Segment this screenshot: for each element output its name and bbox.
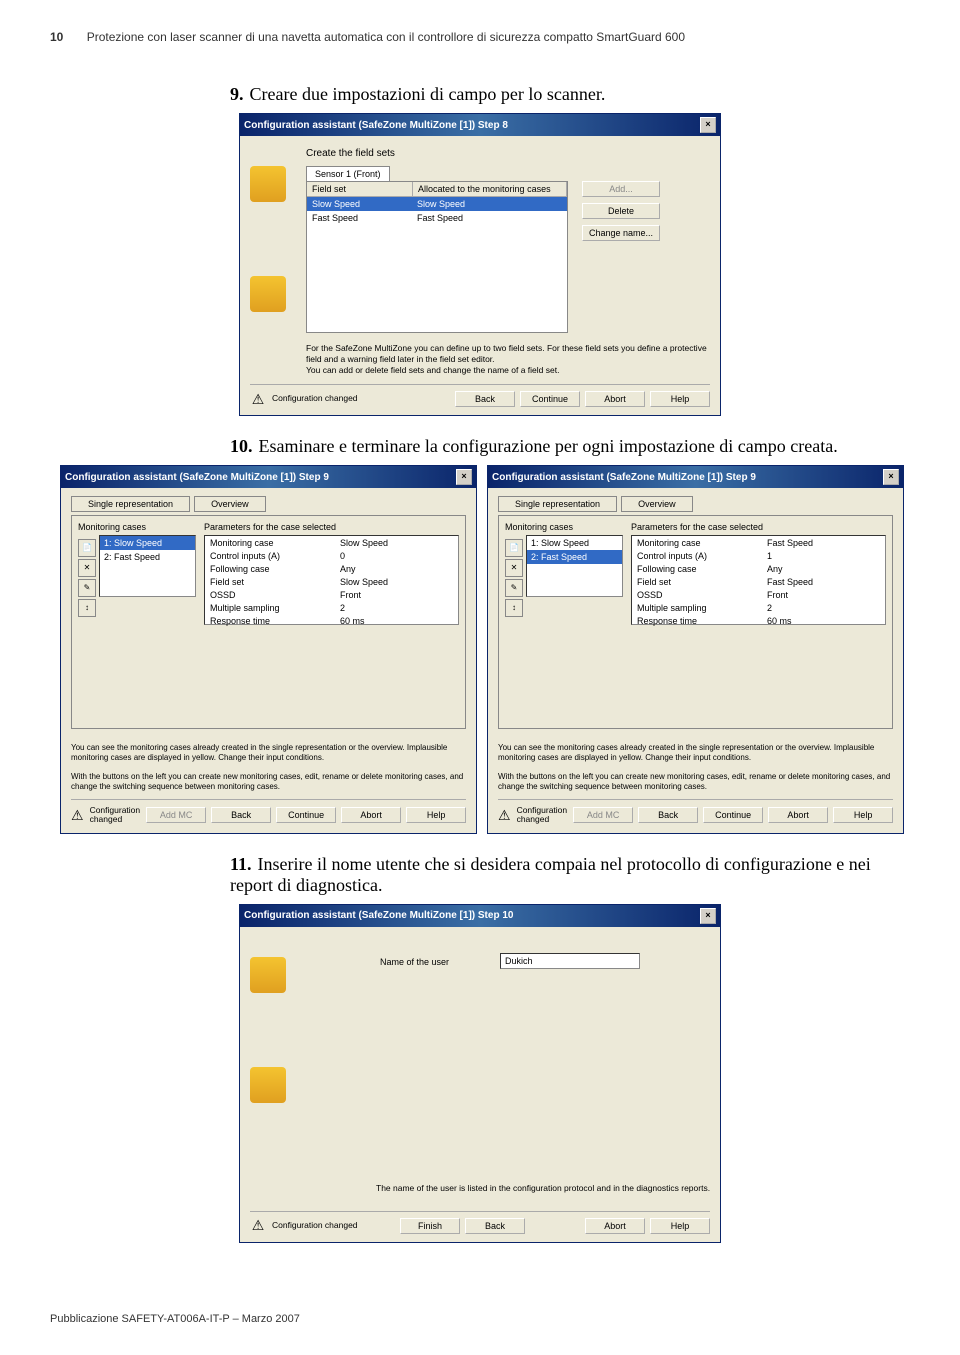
param-table: Monitoring caseFast Speed Control inputs… — [631, 535, 886, 625]
scanner-icon — [250, 276, 286, 312]
list-item[interactable]: 2: Fast Speed — [527, 550, 622, 564]
back-button[interactable]: Back — [211, 807, 271, 823]
info-note: You can see the monitoring cases already… — [498, 743, 893, 791]
reorder-icon[interactable]: ↕ — [505, 599, 523, 617]
warning-icon: ⚠ — [498, 807, 511, 823]
titlebar: Configuration assistant (SafeZone MultiZ… — [488, 466, 903, 488]
tab-overview[interactable]: Overview — [194, 496, 266, 512]
username-input[interactable]: Dukich — [500, 953, 640, 969]
finish-button[interactable]: Finish — [400, 1218, 460, 1234]
new-icon[interactable]: 📄 — [505, 539, 523, 557]
col-fieldset: Field set — [307, 182, 413, 196]
table-row[interactable]: Slow Speed Slow Speed — [307, 197, 567, 211]
dialog-step9-slow: Configuration assistant (SafeZone MultiZ… — [60, 465, 477, 834]
param-table: Monitoring caseSlow Speed Control inputs… — [204, 535, 459, 625]
monitoring-list: 1: Slow Speed 2: Fast Speed — [526, 535, 623, 597]
dialog-step10: Configuration assistant (SafeZone MultiZ… — [239, 904, 721, 1243]
close-icon[interactable]: × — [456, 469, 472, 485]
info-note: You can see the monitoring cases already… — [71, 743, 466, 791]
add-mc-button[interactable]: Add MC — [573, 807, 633, 823]
monitoring-list: 1: Slow Speed 2: Fast Speed — [99, 535, 196, 597]
reorder-icon[interactable]: ↕ — [78, 599, 96, 617]
help-button[interactable]: Help — [650, 1218, 710, 1234]
warning-icon: ⚠ — [250, 1218, 266, 1234]
titlebar: Configuration assistant (SafeZone MultiZ… — [240, 114, 720, 136]
page-footer: Pubblicazione SAFETY-AT006A-IT-P – Marzo… — [50, 1303, 910, 1325]
param-label: Parameters for the case selected — [204, 522, 459, 532]
help-button[interactable]: Help — [833, 807, 893, 823]
tab-single[interactable]: Single representation — [498, 496, 617, 512]
rename-button[interactable]: Change name... — [582, 225, 660, 241]
dialog-step9-fast: Configuration assistant (SafeZone MultiZ… — [487, 465, 904, 834]
col-allocated: Allocated to the monitoring cases — [413, 182, 567, 196]
delete-icon[interactable]: ✕ — [505, 559, 523, 577]
back-button[interactable]: Back — [465, 1218, 525, 1234]
edit-icon[interactable]: ✎ — [505, 579, 523, 597]
sensor-tab[interactable]: Sensor 1 (Front) — [306, 166, 390, 182]
tab-single[interactable]: Single representation — [71, 496, 190, 512]
config-changed-label: Configuration changed — [272, 394, 449, 403]
step-11-text: 11.Inserire il nome utente che si deside… — [230, 854, 910, 896]
tab-overview[interactable]: Overview — [621, 496, 693, 512]
abort-button[interactable]: Abort — [585, 1218, 645, 1234]
list-item[interactable]: 1: Slow Speed — [527, 536, 622, 550]
titlebar: Configuration assistant (SafeZone MultiZ… — [61, 466, 476, 488]
new-icon[interactable]: 📄 — [78, 539, 96, 557]
close-icon[interactable]: × — [700, 908, 716, 924]
info-note: For the SafeZone MultiZone you can defin… — [306, 343, 710, 376]
page-number: 10 — [50, 30, 63, 44]
edit-icon[interactable]: ✎ — [78, 579, 96, 597]
list-item[interactable]: 1: Slow Speed — [100, 536, 195, 550]
step-9-text: 9.Creare due impostazioni di campo per l… — [230, 84, 910, 105]
list-item[interactable]: 2: Fast Speed — [100, 550, 195, 564]
titlebar: Configuration assistant (SafeZone MultiZ… — [240, 905, 720, 927]
config-changed-label: Configuration changed — [90, 806, 141, 825]
close-icon[interactable]: × — [700, 117, 716, 133]
dialog-heading: Create the field sets — [306, 148, 710, 159]
back-button[interactable]: Back — [455, 391, 515, 407]
mc-label: Monitoring cases — [78, 522, 196, 532]
help-button[interactable]: Help — [650, 391, 710, 407]
continue-button[interactable]: Continue — [703, 807, 763, 823]
warning-icon: ⚠ — [71, 807, 84, 823]
close-icon[interactable]: × — [883, 469, 899, 485]
warning-icon: ⚠ — [250, 391, 266, 407]
mc-label: Monitoring cases — [505, 522, 623, 532]
username-label: Name of the user — [380, 957, 449, 967]
delete-icon[interactable]: ✕ — [78, 559, 96, 577]
scanner-icon — [250, 1067, 286, 1103]
abort-button[interactable]: Abort — [585, 391, 645, 407]
table-row[interactable]: Fast Speed Fast Speed — [307, 211, 567, 225]
param-label: Parameters for the case selected — [631, 522, 886, 532]
help-button[interactable]: Help — [406, 807, 466, 823]
scanner-icon — [250, 166, 286, 202]
abort-button[interactable]: Abort — [341, 807, 401, 823]
add-button[interactable]: Add... — [582, 181, 660, 197]
back-button[interactable]: Back — [638, 807, 698, 823]
config-changed-label: Configuration changed — [517, 806, 568, 825]
header-title: Protezione con laser scanner di una nave… — [87, 30, 685, 44]
add-mc-button[interactable]: Add MC — [146, 807, 206, 823]
step-10-text: 10.Esaminare e terminare la configurazio… — [230, 436, 910, 457]
delete-button[interactable]: Delete — [582, 203, 660, 219]
fieldset-table: Field set Allocated to the monitoring ca… — [306, 181, 568, 333]
dialog-step8: Configuration assistant (SafeZone MultiZ… — [239, 113, 721, 416]
abort-button[interactable]: Abort — [768, 807, 828, 823]
config-changed-label: Configuration changed — [272, 1221, 394, 1230]
info-note: The name of the user is listed in the co… — [376, 1183, 710, 1193]
continue-button[interactable]: Continue — [276, 807, 336, 823]
page-header: 10 Protezione con laser scanner di una n… — [50, 30, 910, 44]
continue-button[interactable]: Continue — [520, 391, 580, 407]
scanner-icon — [250, 957, 286, 993]
